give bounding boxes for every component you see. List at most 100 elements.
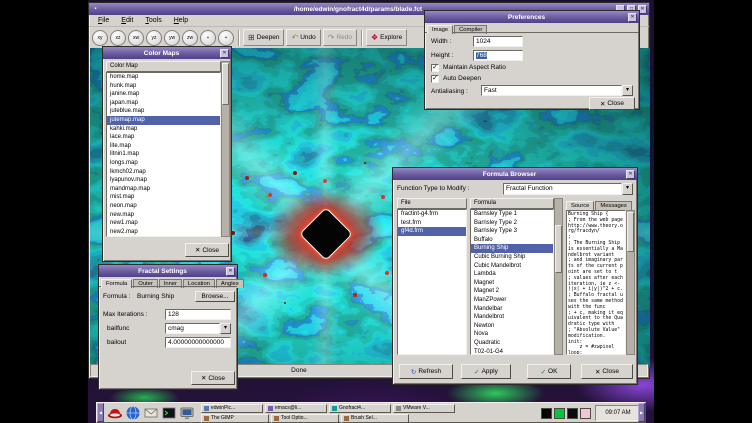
preferences-close-button[interactable]: ✕ Close — [589, 97, 635, 110]
settings-titlebar[interactable]: Fractal Settings ✕ — [99, 265, 237, 277]
formula-item-selected[interactable]: Burning Ship — [471, 244, 553, 253]
file-item[interactable]: fractint-g4.frm — [398, 210, 466, 219]
colormap-item[interactable]: longs.map — [107, 159, 220, 168]
taskbar-task-vmware[interactable]: VMware V... — [393, 404, 455, 413]
source-view[interactable]: Burning Ship { ; From the web page http:… — [566, 210, 626, 355]
source-scrollbar[interactable] — [626, 210, 635, 355]
menu-edit[interactable]: Edit — [115, 17, 139, 24]
antialias-dropdown[interactable]: Fast ▾ — [481, 85, 633, 96]
scrollbar-thumb[interactable] — [555, 225, 562, 273]
browser-titlebar[interactable]: Formula Browser ✕ — [393, 168, 637, 180]
redhat-menu-icon[interactable] — [107, 405, 123, 421]
formula-item[interactable]: ManZPower — [471, 296, 553, 305]
window-menu-icon[interactable]: ▪ — [91, 5, 100, 14]
formula-item[interactable]: Mandelbrot — [471, 313, 553, 322]
colormap-item[interactable]: lite.map — [107, 142, 220, 151]
deepen-button[interactable]: ⊞ Deepen — [243, 29, 284, 46]
colormap-item[interactable]: neon.map — [107, 202, 220, 211]
taskbar-task-edwinpic[interactable]: edwinPic... — [201, 404, 263, 413]
workspace-swatch[interactable] — [567, 408, 578, 419]
preferences-titlebar[interactable]: Preferences ✕ — [425, 11, 639, 23]
colormaps-close-button[interactable]: ✕ Close — [185, 243, 229, 257]
colormap-item[interactable]: mandmap.map — [107, 185, 220, 194]
taskbar-task-emacs[interactable]: emacs@li... — [265, 404, 327, 413]
max-iterations-field[interactable]: 128 — [165, 309, 231, 320]
menu-help[interactable]: Help — [168, 17, 194, 24]
rotate-xw-button[interactable]: xw — [128, 30, 144, 46]
formula-item[interactable]: Cubic Burning Ship — [471, 253, 553, 262]
function-type-dropdown[interactable]: Fractal Function ▾ — [503, 183, 633, 195]
chevron-down-icon[interactable]: ▾ — [622, 85, 633, 96]
file-list-header[interactable]: File — [397, 198, 467, 209]
mail-icon[interactable] — [143, 405, 159, 421]
colormap-item[interactable]: new1.map — [107, 219, 220, 228]
formula-item[interactable]: Cubic Mandelbrot — [471, 262, 553, 271]
formula-item[interactable]: Barnsley Type 2 — [471, 219, 553, 228]
colormap-item[interactable]: home.map — [107, 73, 220, 82]
colormap-item[interactable]: mist.map — [107, 193, 220, 202]
colormap-item[interactable]: kahki.map — [107, 125, 220, 134]
formula-item[interactable]: Lambda — [471, 270, 553, 279]
colormap-item[interactable]: new.map — [107, 211, 220, 220]
undo-button[interactable]: ↶ Undo — [286, 29, 320, 46]
panel-hide-right-button[interactable]: ▶ — [638, 403, 645, 422]
formula-item[interactable]: T02-01-G4 — [471, 348, 553, 356]
formula-item[interactable]: Mandelbar — [471, 305, 553, 314]
formula-item[interactable]: Barnsley Type 1 — [471, 210, 553, 219]
tab-formula[interactable]: Formula — [101, 279, 132, 288]
file-item[interactable]: test.frm — [398, 219, 466, 228]
colormap-item[interactable]: new2.map — [107, 228, 220, 237]
colormap-item[interactable]: lyapunov.map — [107, 176, 220, 185]
chevron-down-icon[interactable]: ▾ — [220, 323, 231, 334]
rotate-yw-button[interactable]: yw — [164, 30, 180, 46]
tab-image[interactable]: Image — [427, 25, 453, 34]
taskbar-task-gnofract4d[interactable]: Gnofract4... — [329, 404, 391, 413]
scrollbar-thumb[interactable] — [627, 212, 634, 252]
taskbar-task-gimp[interactable]: The GIMP — [201, 414, 269, 423]
width-field[interactable]: 1024 — [473, 36, 523, 47]
file-item-selected[interactable]: gf4d.frm — [398, 227, 466, 236]
menu-tools[interactable]: Tools — [139, 17, 167, 24]
colormap-item[interactable]: litnin1.map — [107, 150, 220, 159]
colormap-item[interactable]: janine.map — [107, 90, 220, 99]
colormap-item[interactable]: juteblue.map — [107, 107, 220, 116]
rotate-yz-button[interactable]: yz — [146, 30, 162, 46]
menu-file[interactable]: File — [92, 17, 115, 24]
colormaps-titlebar[interactable]: Color Maps ✕ — [103, 47, 231, 59]
settings-close-button[interactable]: ✕ Close — [191, 371, 235, 385]
browser-close-button[interactable]: ✕ Close — [581, 364, 633, 379]
web-browser-globe-icon[interactable] — [125, 405, 141, 421]
colormap-list-header[interactable]: Color Map — [106, 61, 221, 72]
panel-hide-left-button[interactable]: ◀ — [97, 403, 104, 422]
workspace-swatch[interactable] — [554, 408, 565, 419]
bailfunc-dropdown[interactable]: cmag ▾ — [165, 323, 231, 334]
colormap-item[interactable]: hunk.map — [107, 82, 220, 91]
formula-item[interactable]: Magnet 2 — [471, 287, 553, 296]
tab-source[interactable]: Source — [566, 201, 594, 210]
formula-item[interactable]: Barnsley Type 3 — [471, 227, 553, 236]
pan-xy-button[interactable]: + — [200, 30, 216, 46]
apply-button[interactable]: ✓ Apply — [461, 364, 511, 379]
chevron-down-icon[interactable]: ▾ — [622, 183, 633, 195]
rotate-xy-button[interactable]: xy — [92, 30, 108, 46]
maintain-aspect-checkbox[interactable]: ✓ — [431, 64, 439, 72]
formula-list-scrollbar[interactable] — [554, 198, 563, 355]
tab-messages[interactable]: Messages — [595, 201, 631, 210]
colormap-item[interactable]: japan.map — [107, 99, 220, 108]
colormap-item[interactable]: lace.map — [107, 133, 220, 142]
bailout-field[interactable]: 4.00000000000000 — [165, 337, 231, 348]
colormap-item-selected[interactable]: jutemap.map — [107, 116, 220, 125]
taskbar-task-brush-selection[interactable]: Brush Sel... — [341, 414, 409, 423]
formula-item[interactable]: Buffalo — [471, 236, 553, 245]
workspace-swatch[interactable] — [580, 408, 591, 419]
formula-item[interactable]: Nova — [471, 330, 553, 339]
scrollbar-thumb[interactable] — [222, 63, 229, 105]
rotate-xz-button[interactable]: xz — [110, 30, 126, 46]
formula-item[interactable]: Magnet — [471, 279, 553, 288]
close-icon[interactable]: ✕ — [226, 267, 235, 276]
colormap-scrollbar[interactable] — [221, 61, 230, 237]
redo-button[interactable]: ↷ Redo — [323, 29, 357, 46]
refresh-button[interactable]: ↻ Refresh — [399, 364, 453, 379]
close-icon[interactable]: ✕ — [220, 49, 229, 58]
rotate-zw-button[interactable]: zw — [182, 30, 198, 46]
